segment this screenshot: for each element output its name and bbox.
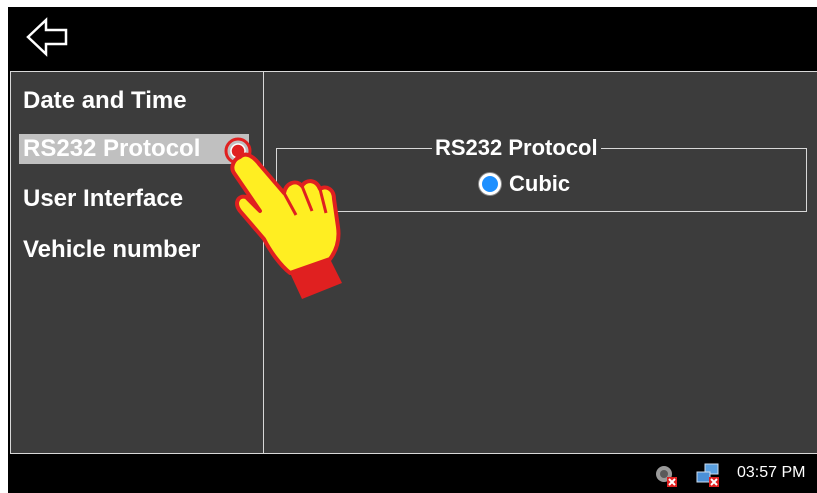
sidebar-item-rs232-protocol[interactable]: RS232 Protocol xyxy=(19,134,249,164)
radio-label: Cubic xyxy=(509,171,571,196)
back-arrow-icon[interactable] xyxy=(26,17,68,57)
settings-content: RS232 Protocol Cubic xyxy=(264,71,817,454)
taskbar: 03:57 PM xyxy=(8,455,817,493)
settings-sidebar: Date and Time RS232 Protocol User Interf… xyxy=(10,71,264,454)
rs232-protocol-group: RS232 Protocol Cubic xyxy=(276,135,807,212)
group-title: RS232 Protocol xyxy=(432,135,601,161)
device-screen: Date and Time RS232 Protocol User Interf… xyxy=(8,7,817,493)
top-bar xyxy=(8,7,817,69)
radio-option-cubic[interactable]: Cubic xyxy=(479,169,570,199)
volume-muted-icon[interactable] xyxy=(654,463,678,487)
clock[interactable]: 03:57 PM xyxy=(737,464,805,482)
sidebar-item-user-interface[interactable]: User Interface xyxy=(19,184,187,214)
sidebar-item-vehicle-number[interactable]: Vehicle number xyxy=(19,235,204,265)
network-disconnected-icon[interactable] xyxy=(696,463,720,487)
sidebar-item-date-and-time[interactable]: Date and Time xyxy=(19,86,191,116)
radio-button-selected[interactable] xyxy=(479,173,501,195)
